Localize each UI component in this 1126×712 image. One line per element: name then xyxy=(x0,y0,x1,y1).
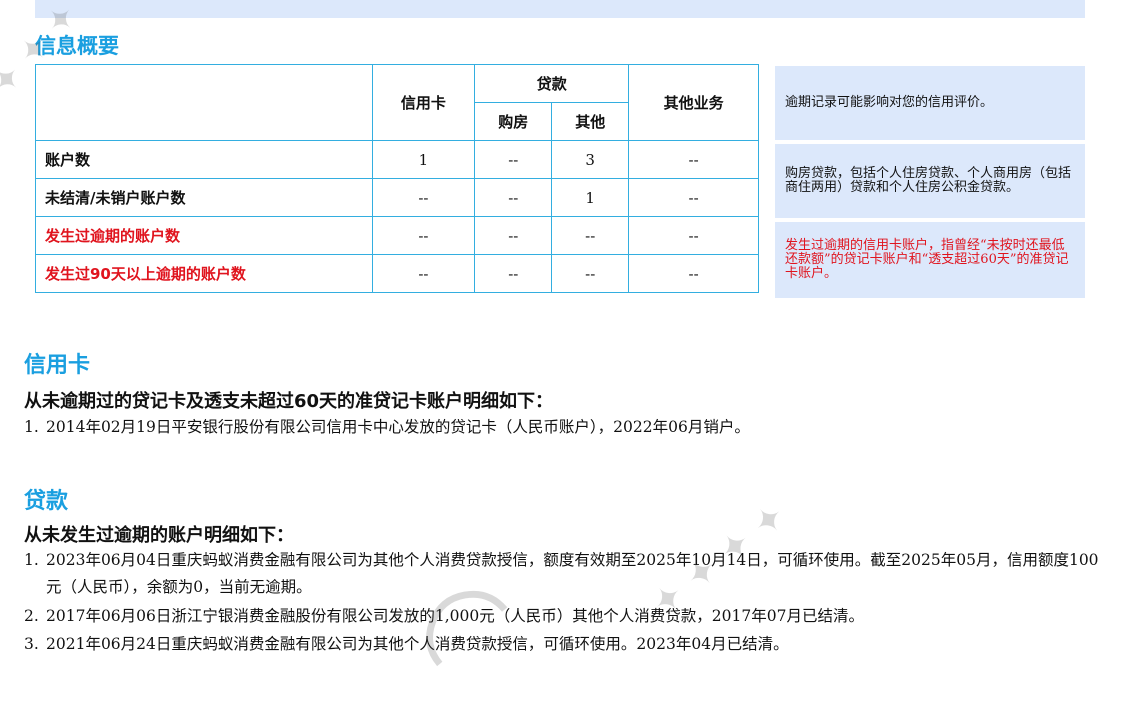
table-row: 账户数 1 -- 3 -- xyxy=(35,140,759,179)
item-text: 2023年06月04日重庆蚂蚁消费金融有限公司为其他个人消费贷款授信，额度有效期… xyxy=(46,551,1099,596)
row-label: 发生过逾期的账户数 xyxy=(35,216,373,255)
summary-table: 信用卡 贷款 其他业务 购房 其他 账户数 1 -- 3 -- 未结清/未销户账… xyxy=(35,64,759,293)
note-text: 逾期记录可能影响对您的信用评价。 xyxy=(785,95,994,110)
table-cell: -- xyxy=(474,178,553,217)
table-cell: -- xyxy=(551,216,630,255)
table-cell: -- xyxy=(628,254,759,293)
table-cell: 3 xyxy=(551,140,630,179)
row-label: 未结清/未销户账户数 xyxy=(35,178,373,217)
list-item: 2. 2017年06月06日浙江宁银消费金融股份有限公司发放的1,000元（人民… xyxy=(24,603,1099,630)
table-cell: -- xyxy=(628,140,759,179)
item-number: 1. xyxy=(24,551,39,569)
table-row: 发生过逾期的账户数 -- -- -- -- xyxy=(35,216,759,255)
note-box: 逾期记录可能影响对您的信用评价。 xyxy=(775,66,1085,140)
row-label: 账户数 xyxy=(35,140,373,179)
table-cell: -- xyxy=(474,254,553,293)
table-cell: 1 xyxy=(371,140,476,179)
table-cell: -- xyxy=(371,216,476,255)
loan-title: 贷款 xyxy=(24,489,69,514)
item-text: 2017年06月06日浙江宁银消费金融股份有限公司发放的1,000元（人民币）其… xyxy=(46,607,864,625)
overview-title: 信息概要 xyxy=(35,34,119,58)
item-text: 2014年02月19日平安银行股份有限公司信用卡中心发放的贷记卡（人民币账户），… xyxy=(46,418,750,436)
header-credit-card: 信用卡 xyxy=(371,64,476,141)
table-row: 发生过90天以上逾期的账户数 -- -- -- -- xyxy=(35,254,759,293)
note-text: 发生过逾期的信用卡账户，指曾经“未按时还最低还款额”的贷记卡账户和“透支超过60… xyxy=(785,238,1069,281)
note-box: 购房贷款，包括个人住房贷款、个人商用房（包括商住两用）贷款和个人住房公积金贷款。 xyxy=(775,144,1085,218)
table-cell: -- xyxy=(371,254,476,293)
table-cell: -- xyxy=(551,254,630,293)
top-banner xyxy=(35,0,1085,18)
table-cell: -- xyxy=(474,216,553,255)
table-row: 未结清/未销户账户数 -- -- 1 -- xyxy=(35,178,759,217)
item-number: 3. xyxy=(24,635,39,653)
table-header-row: 信用卡 贷款 其他业务 xyxy=(35,64,759,141)
table-cell: -- xyxy=(371,178,476,217)
header-empty-cell xyxy=(35,64,373,141)
list-item: 1. 2023年06月04日重庆蚂蚁消费金融有限公司为其他个人消费贷款授信，额度… xyxy=(24,547,1099,601)
note-text: 购房贷款，包括个人住房贷款、个人商用房（包括商住两用）贷款和个人住房公积金贷款。 xyxy=(785,166,1072,195)
list-item: 3. 2021年06月24日重庆蚂蚁消费金融有限公司为其他个人消费贷款授信，可循… xyxy=(24,631,1099,658)
header-house: 购房 xyxy=(474,102,553,141)
table-cell: 1 xyxy=(551,178,630,217)
header-loan: 贷款 xyxy=(474,64,630,103)
note-box-warning: 发生过逾期的信用卡账户，指曾经“未按时还最低还款额”的贷记卡账户和“透支超过60… xyxy=(775,222,1085,298)
credit-card-subheading: 从未逾期过的贷记卡及透支未超过60天的准贷记卡账户明细如下： xyxy=(24,391,554,412)
item-text: 2021年06月24日重庆蚂蚁消费金融有限公司为其他个人消费贷款授信，可循环使用… xyxy=(46,635,789,653)
item-number: 2. xyxy=(24,607,39,625)
header-other: 其他 xyxy=(551,102,630,141)
item-number: 1. xyxy=(24,418,39,436)
table-cell: -- xyxy=(474,140,553,179)
table-cell: -- xyxy=(628,178,759,217)
row-label: 发生过90天以上逾期的账户数 xyxy=(35,254,373,293)
table-cell: -- xyxy=(628,216,759,255)
list-item: 1. 2014年02月19日平安银行股份有限公司信用卡中心发放的贷记卡（人民币账… xyxy=(24,414,1099,441)
header-other-business: 其他业务 xyxy=(628,64,759,141)
credit-card-title: 信用卡 xyxy=(24,353,91,378)
loan-subheading: 从未发生过逾期的账户明细如下： xyxy=(24,525,294,546)
